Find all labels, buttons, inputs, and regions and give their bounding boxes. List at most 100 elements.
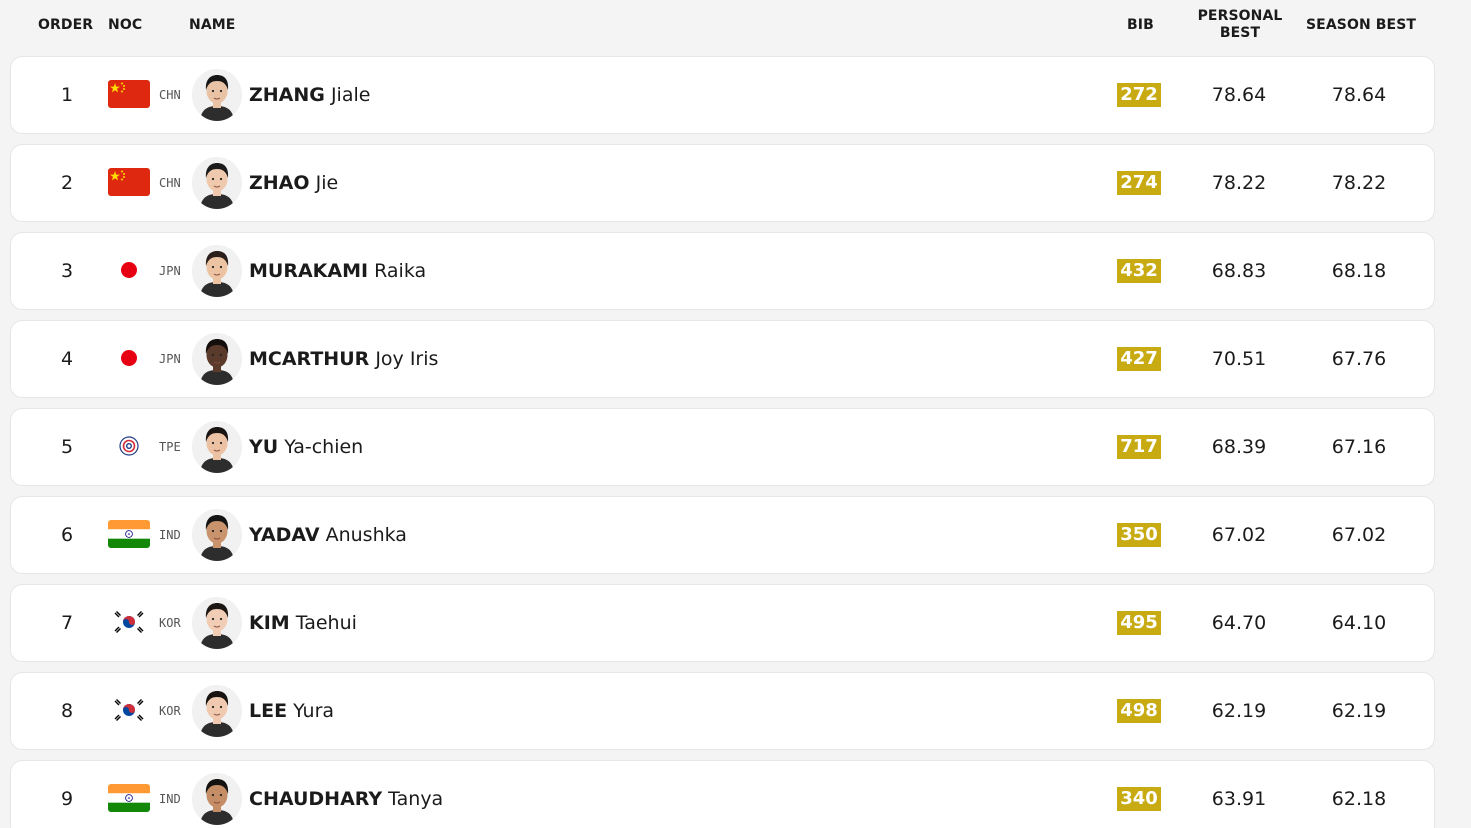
korea-flag-icon <box>108 608 150 636</box>
season-best-value: 78.22 <box>1331 172 1387 194</box>
order-number: 6 <box>60 524 74 546</box>
athlete-last-name: MURAKAMI <box>249 260 369 282</box>
header-season-best[interactable]: SEASON BEST <box>1306 17 1416 34</box>
athlete-name[interactable]: MCARTHUR Joy Iris <box>249 348 438 370</box>
japan-flag-icon <box>108 256 150 284</box>
athlete-first-name: Yura <box>293 700 335 722</box>
athlete-name[interactable]: ZHAO Jie <box>249 172 338 194</box>
start-list-page: ORDER NOC NAME BIB PERSONAL BEST SEASON … <box>0 0 1471 828</box>
personal-best-value: 78.64 <box>1211 84 1267 106</box>
athlete-first-name: Raika <box>374 260 427 282</box>
personal-best-value: 68.39 <box>1211 436 1267 458</box>
noc-code: JPN <box>159 264 181 278</box>
bib-badge: 498 <box>1117 699 1161 723</box>
athlete-name[interactable]: MURAKAMI Raika <box>249 260 426 282</box>
noc-code: CHN <box>159 176 181 190</box>
bib-badge: 432 <box>1117 259 1161 283</box>
athlete-first-name: Joy Iris <box>375 348 439 370</box>
bib-badge: 717 <box>1117 435 1161 459</box>
athlete-name[interactable]: KIM Taehui <box>249 612 357 634</box>
bib-badge: 495 <box>1117 611 1161 635</box>
order-number: 9 <box>60 788 74 810</box>
chinese-taipei-flag-icon <box>108 432 150 460</box>
season-best-value: 67.02 <box>1331 524 1387 546</box>
order-number: 3 <box>60 260 74 282</box>
season-best-value: 62.18 <box>1331 788 1387 810</box>
season-best-value: 78.64 <box>1331 84 1387 106</box>
athlete-row-1[interactable]: 1 CHN ZHANG Jiale 272 78.64 78.64 <box>10 56 1435 134</box>
table-header: ORDER NOC NAME BIB PERSONAL BEST SEASON … <box>0 0 1471 56</box>
china-flag-icon <box>108 80 150 108</box>
personal-best-value: 64.70 <box>1211 612 1267 634</box>
personal-best-value: 70.51 <box>1211 348 1267 370</box>
athlete-last-name: ZHANG <box>249 84 325 106</box>
athlete-name[interactable]: ZHANG Jiale <box>249 84 370 106</box>
athlete-row-5[interactable]: 5 TPE YU Ya-chien 717 68.39 67.16 <box>10 408 1435 486</box>
athlete-first-name: Jiale <box>330 84 371 106</box>
header-personal-best[interactable]: PERSONAL BEST <box>1194 8 1286 42</box>
athlete-name[interactable]: YADAV Anushka <box>249 524 407 546</box>
athlete-row-2[interactable]: 2 CHN ZHAO Jie 274 78.22 78.22 <box>10 144 1435 222</box>
athlete-row-3[interactable]: 3 JPN MURAKAMI Raika 432 68.83 68.18 <box>10 232 1435 310</box>
personal-best-value: 68.83 <box>1211 260 1267 282</box>
noc-code: IND <box>159 792 181 806</box>
athlete-row-9[interactable]: 9 IND CHAUDHARY Tanya 340 63.91 62.18 <box>10 760 1435 828</box>
athlete-photo <box>192 69 242 121</box>
athlete-photo <box>192 773 242 825</box>
athlete-last-name: YADAV <box>249 524 320 546</box>
bib-badge: 340 <box>1117 787 1161 811</box>
athlete-last-name: ZHAO <box>249 172 310 194</box>
athlete-first-name: Taehui <box>295 612 357 634</box>
noc-code: CHN <box>159 88 181 102</box>
athlete-last-name: YU <box>249 436 279 458</box>
season-best-value: 64.10 <box>1331 612 1387 634</box>
header-noc[interactable]: NOC <box>108 17 142 34</box>
india-flag-icon <box>108 784 150 812</box>
athlete-last-name: KIM <box>249 612 290 634</box>
athlete-first-name: Jie <box>315 172 339 194</box>
noc-code: TPE <box>159 440 181 454</box>
noc-code: IND <box>159 528 181 542</box>
noc-code: KOR <box>159 704 181 718</box>
athlete-photo <box>192 597 242 649</box>
athlete-last-name: CHAUDHARY <box>249 788 383 810</box>
personal-best-value: 63.91 <box>1211 788 1267 810</box>
athlete-first-name: Tanya <box>388 788 444 810</box>
bib-badge: 427 <box>1117 347 1161 371</box>
athlete-photo <box>192 509 242 561</box>
athlete-row-8[interactable]: 8 KOR LEE Yura 498 62.19 62.19 <box>10 672 1435 750</box>
india-flag-icon <box>108 520 150 548</box>
personal-best-value: 62.19 <box>1211 700 1267 722</box>
header-bib[interactable]: BIB <box>1127 17 1154 34</box>
athlete-row-4[interactable]: 4 JPN MCARTHUR Joy Iris 427 70.51 67.76 <box>10 320 1435 398</box>
athlete-row-7[interactable]: 7 KOR KIM Taehui 495 64.70 64.10 <box>10 584 1435 662</box>
athlete-row-6[interactable]: 6 IND YADAV Anushka 350 67.02 67.02 <box>10 496 1435 574</box>
order-number: 5 <box>60 436 74 458</box>
personal-best-value: 78.22 <box>1211 172 1267 194</box>
athlete-name[interactable]: YU Ya-chien <box>249 436 363 458</box>
athlete-name[interactable]: CHAUDHARY Tanya <box>249 788 443 810</box>
athlete-photo <box>192 333 242 385</box>
athlete-name[interactable]: LEE Yura <box>249 700 334 722</box>
noc-code: JPN <box>159 352 181 366</box>
order-number: 7 <box>60 612 74 634</box>
order-number: 8 <box>60 700 74 722</box>
athlete-last-name: MCARTHUR <box>249 348 370 370</box>
order-number: 4 <box>60 348 74 370</box>
header-order[interactable]: ORDER <box>38 17 93 34</box>
season-best-value: 67.76 <box>1331 348 1387 370</box>
order-number: 2 <box>60 172 74 194</box>
athlete-photo <box>192 421 242 473</box>
season-best-value: 62.19 <box>1331 700 1387 722</box>
noc-code: KOR <box>159 616 181 630</box>
korea-flag-icon <box>108 696 150 724</box>
japan-flag-icon <box>108 344 150 372</box>
athlete-photo <box>192 245 242 297</box>
athlete-first-name: Ya-chien <box>284 436 364 458</box>
athlete-photo <box>192 685 242 737</box>
bib-badge: 274 <box>1117 171 1161 195</box>
athlete-first-name: Anushka <box>325 524 407 546</box>
season-best-value: 67.16 <box>1331 436 1387 458</box>
header-name[interactable]: NAME <box>189 17 235 34</box>
personal-best-value: 67.02 <box>1211 524 1267 546</box>
